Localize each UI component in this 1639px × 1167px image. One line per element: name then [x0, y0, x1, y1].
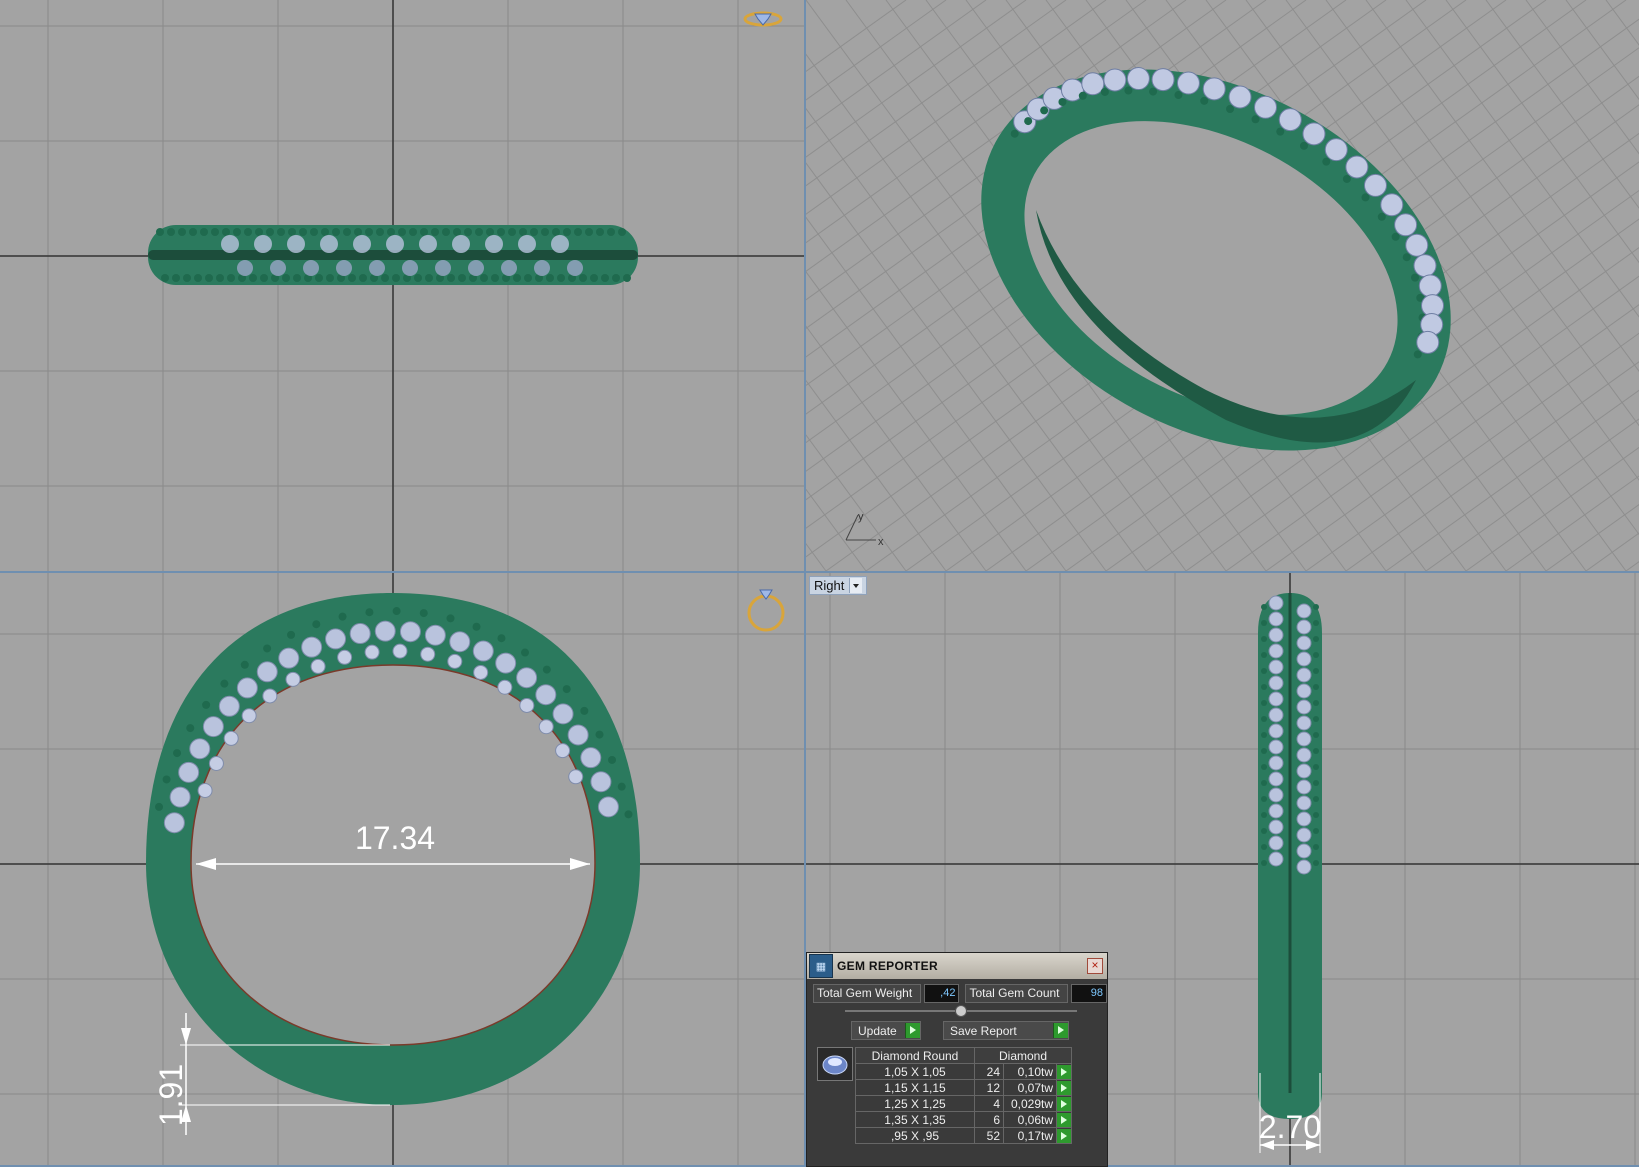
save-report-button-label: Save Report — [950, 1023, 1017, 1038]
viewport-name-dropdown[interactable]: Right — [809, 576, 868, 595]
gem-size: 1,05 X 1,05 — [855, 1063, 975, 1080]
play-arrow-icon — [905, 1023, 920, 1038]
gem-size: 1,35 X 1,35 — [855, 1111, 975, 1128]
dimension-band-thickness-text: 1.91 — [153, 1064, 189, 1126]
total-gem-weight-value: ,42 — [923, 984, 960, 1003]
play-arrow-icon[interactable] — [1057, 1096, 1071, 1111]
gem-count: 24 — [974, 1063, 1004, 1080]
column-header-material: Diamond — [974, 1047, 1072, 1064]
table-row[interactable]: ,95 X ,95 52 0,17tw — [855, 1127, 1072, 1144]
panel-title: GEM REPORTER — [837, 959, 938, 973]
table-row[interactable]: 1,15 X 1,15 12 0,07tw — [855, 1079, 1072, 1096]
save-report-button[interactable]: Save Report — [943, 1021, 1069, 1040]
gem-table: Diamond Round Diamond 1,05 X 1,05 24 0,1… — [855, 1047, 1072, 1144]
slider-handle[interactable] — [955, 1005, 967, 1017]
gem-ring-icon[interactable] — [743, 11, 783, 27]
front-view-canvas: 17.34 1.91 — [0, 573, 804, 1165]
gem-reporter-panel[interactable]: ▦ GEM REPORTER × Total Gem Weight ,42 To… — [806, 952, 1108, 1167]
axis-y-label: y — [858, 511, 864, 523]
close-icon[interactable]: × — [1087, 958, 1103, 974]
update-button-label: Update — [858, 1023, 897, 1038]
play-arrow-icon[interactable] — [1057, 1064, 1071, 1079]
update-button[interactable]: Update — [851, 1021, 921, 1040]
table-row[interactable]: 1,35 X 1,35 6 0,06tw — [855, 1111, 1072, 1128]
table-row[interactable]: 1,05 X 1,05 24 0,10tw — [855, 1063, 1072, 1080]
axis-x-label: x — [878, 536, 884, 548]
play-arrow-icon[interactable] — [1057, 1112, 1071, 1127]
dimension-band-width-text: 2.70 — [1259, 1109, 1321, 1145]
gem-count: 6 — [974, 1111, 1004, 1128]
gem-weight: 0,10tw — [1003, 1063, 1057, 1080]
column-header-shape: Diamond Round — [855, 1047, 975, 1064]
report-slider[interactable] — [845, 1005, 1077, 1017]
axis-indicator: x y — [845, 511, 884, 548]
play-arrow-icon[interactable] — [1057, 1128, 1071, 1143]
viewport-perspective[interactable]: x y — [806, 0, 1639, 571]
gem-weight: 0,17tw — [1003, 1127, 1057, 1144]
gem-reporter-icon: ▦ — [809, 954, 833, 978]
chevron-down-icon[interactable] — [849, 578, 863, 593]
gem-size: 1,25 X 1,25 — [855, 1095, 975, 1112]
gem-size: 1,15 X 1,15 — [855, 1079, 975, 1096]
gem-weight: 0,029tw — [1003, 1095, 1057, 1112]
grid — [0, 0, 804, 571]
dimension-inner-diameter-text: 17.34 — [355, 820, 435, 856]
ring-orbit-icon[interactable] — [747, 589, 785, 632]
gem-count: 52 — [974, 1127, 1004, 1144]
table-row[interactable]: 1,25 X 1,25 4 0,029tw — [855, 1095, 1072, 1112]
play-arrow-icon — [1053, 1023, 1068, 1038]
total-gem-count-label: Total Gem Count — [965, 984, 1069, 1003]
total-gem-weight-label: Total Gem Weight — [813, 984, 921, 1003]
viewport-name-label: Right — [814, 578, 845, 593]
viewport-front[interactable]: 17.34 1.91 — [0, 573, 804, 1165]
ring-top-view[interactable] — [148, 225, 638, 285]
total-gem-count-value: 98 — [1071, 984, 1107, 1003]
gem-reporter-titlebar[interactable]: ▦ GEM REPORTER × — [807, 953, 1107, 979]
gem-count: 12 — [974, 1079, 1004, 1096]
ring-side-view[interactable] — [1258, 593, 1322, 1119]
top-view-canvas — [0, 0, 804, 571]
diamond-round-thumbnail-icon — [817, 1047, 853, 1081]
gem-weight: 0,07tw — [1003, 1079, 1057, 1096]
play-arrow-icon[interactable] — [1057, 1080, 1071, 1095]
viewport-top[interactable] — [0, 0, 804, 571]
gem-weight: 0,06tw — [1003, 1111, 1057, 1128]
perspective-view-canvas: x y — [806, 0, 1639, 571]
gem-count: 4 — [974, 1095, 1004, 1112]
gem-size: ,95 X ,95 — [855, 1127, 975, 1144]
